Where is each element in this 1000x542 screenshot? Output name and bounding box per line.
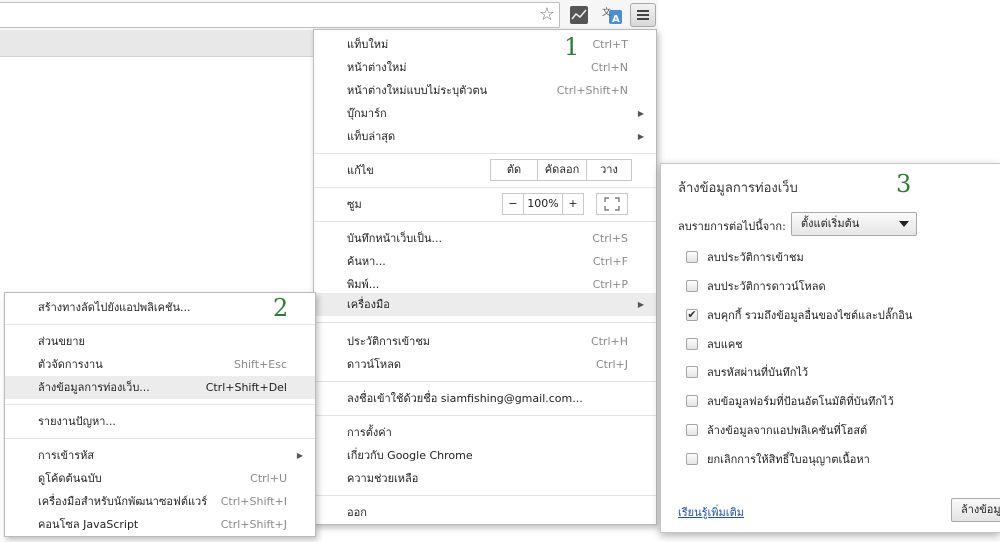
menu-item-settings[interactable]: การตั้งค่า (314, 421, 656, 444)
time-range-label: ลบรายการต่อไปนี้จาก: (678, 220, 786, 233)
menu-item-report-issue[interactable]: รายงานปัญหา... (5, 410, 315, 433)
tools-submenu: 2 สร้างทางลัดไปยังแอปพลิเคชัน... ส่วนขยา… (4, 292, 316, 537)
menu-item-extensions[interactable]: ส่วนขยาย (5, 330, 315, 353)
menu-item-save-page[interactable]: บันทึกหน้าเว็บเป็น... Ctrl+S (314, 227, 656, 250)
chart-extension-icon[interactable] (569, 5, 589, 25)
menu-item-find[interactable]: ค้นหา... Ctrl+F (314, 250, 656, 273)
menu-separator (5, 404, 315, 405)
menu-item-signed-in[interactable]: ลงชื่อเข้าใช้ด้วยชื่อ siamfishing@gmail.… (314, 387, 656, 410)
fullscreen-button[interactable] (596, 193, 628, 215)
menu-separator (5, 324, 315, 325)
menu-item-new-tab[interactable]: แท็บใหม่ Ctrl+T (314, 33, 656, 56)
menu-item-tools[interactable]: เครื่องมือ ▶ (314, 293, 656, 316)
chrome-main-menu: 1 แท็บใหม่ Ctrl+T หน้าต่างใหม่ Ctrl+N หน… (313, 29, 657, 525)
menu-item-exit[interactable]: ออก (314, 501, 656, 524)
checkbox[interactable] (686, 395, 698, 407)
checkbox[interactable] (686, 251, 698, 263)
edit-button-group: ตัด คัดลอก วาง (490, 159, 632, 181)
svg-text:文: 文 (602, 6, 611, 18)
svg-text:A: A (612, 14, 620, 25)
menu-item-task-manager[interactable]: ตัวจัดการงาน Shift+Esc (5, 353, 315, 376)
checkbox-checked[interactable]: ✔ (686, 309, 698, 321)
browser-toolbar: ☆ A 文 (0, 0, 658, 30)
translate-extension-icon[interactable]: A 文 (601, 5, 622, 25)
menu-separator (314, 381, 656, 382)
fullscreen-icon (604, 197, 620, 211)
menu-item-history[interactable]: ประวัติการเข้าชม Ctrl+H (314, 330, 656, 353)
menu-separator (314, 221, 656, 222)
menu-item-recent-tabs[interactable]: แท็บล่าสุด ▶ (314, 125, 656, 148)
checkbox[interactable] (686, 280, 698, 292)
paste-button[interactable]: วาง (587, 160, 631, 180)
checkbox[interactable] (686, 453, 698, 465)
menu-separator (314, 415, 656, 416)
menu-separator (5, 438, 315, 439)
submenu-arrow-icon: ▶ (637, 109, 644, 118)
checkbox[interactable] (686, 366, 698, 378)
time-range-select[interactable]: ตั้งแต่เริ่มต้น (791, 212, 917, 236)
menu-separator (314, 153, 656, 154)
submenu-arrow-icon: ▶ (637, 132, 644, 141)
zoom-out-button[interactable]: − (503, 194, 524, 214)
menu-item-downloads[interactable]: ดาวน์โหลด Ctrl+J (314, 353, 656, 376)
annotation-number-3: 3 (896, 170, 912, 198)
menu-item-javascript-console[interactable]: คอนโซล JavaScript Ctrl+Shift+J (5, 513, 315, 536)
bookmark-star-icon[interactable]: ☆ (537, 5, 557, 25)
menu-item-encoding[interactable]: การเข้ารหัส ▶ (5, 444, 315, 467)
clear-data-button[interactable]: ล้างข้อมูล (951, 498, 1000, 522)
menu-item-help[interactable]: ความช่วยเหลือ (314, 467, 656, 490)
zoom-in-button[interactable]: + (563, 194, 583, 214)
menu-item-bookmarks[interactable]: บุ๊กมาร์ก ▶ (314, 102, 656, 125)
learn-more-link[interactable]: เรียนรู้เพิ่มเติม (678, 503, 744, 521)
copy-button[interactable]: คัดลอก (538, 160, 587, 180)
menu-item-new-incognito[interactable]: หน้าต่างใหม่แบบไม่ระบุตัวตน Ctrl+Shift+N (314, 79, 656, 102)
submenu-arrow-icon: ▶ (296, 451, 303, 460)
checkbox[interactable] (686, 338, 698, 350)
dialog-title: ล้างข้อมูลการท่องเว็บ (678, 181, 798, 196)
cut-button[interactable]: ตัด (491, 160, 538, 180)
page-header-strip (0, 30, 313, 57)
zoom-controls: − 100% + (502, 193, 584, 215)
menu-separator (314, 187, 656, 188)
menu-separator (314, 495, 656, 496)
menu-item-developer-tools[interactable]: เครื่องมือสำหรับนักพัฒนาซอฟต์แวร์ Ctrl+S… (5, 490, 315, 513)
menu-item-clear-browsing-data[interactable]: ล้างข้อมูลการท่องเว็บ... Ctrl+Shift+Del (5, 376, 315, 399)
menu-item-create-shortcut[interactable]: สร้างทางลัดไปยังแอปพลิเคชัน... (5, 296, 315, 319)
checkbox[interactable] (686, 424, 698, 436)
menu-separator (314, 322, 656, 323)
address-bar[interactable] (0, 2, 560, 28)
menu-item-new-window[interactable]: หน้าต่างใหม่ Ctrl+N (314, 56, 656, 79)
zoom-level: 100% (524, 194, 563, 214)
chrome-menu-button[interactable] (630, 3, 656, 27)
submenu-arrow-icon: ▶ (637, 300, 644, 309)
dropdown-caret-icon (899, 221, 909, 227)
clear-browsing-data-dialog: ล้างข้อมูลการท่องเว็บ 3 ลบรายการต่อไปนี้… (660, 163, 1000, 533)
menu-item-about[interactable]: เกี่ยวกับ Google Chrome (314, 444, 656, 467)
menu-item-view-source[interactable]: ดูโค้ดต้นฉบับ Ctrl+U (5, 467, 315, 490)
